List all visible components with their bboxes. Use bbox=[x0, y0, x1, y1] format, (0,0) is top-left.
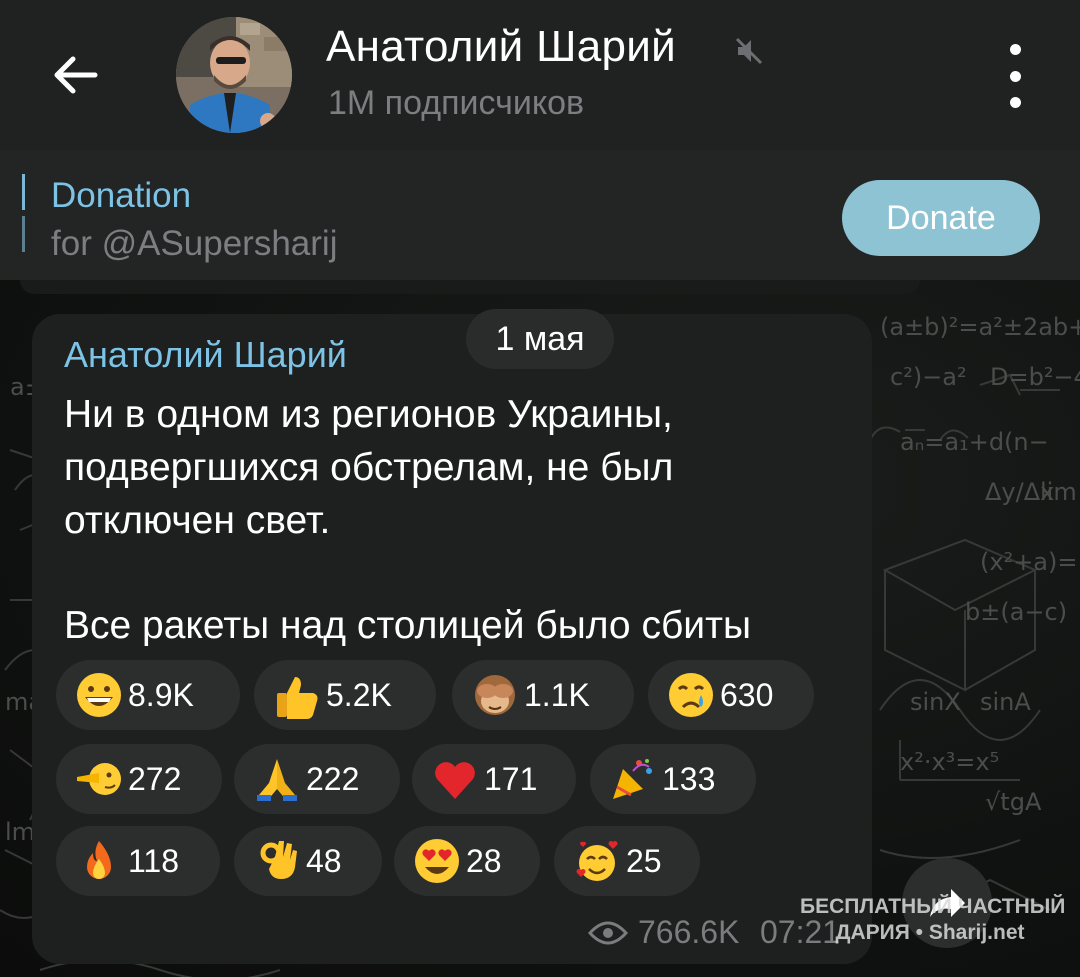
view-counter: 766.6K bbox=[588, 914, 739, 951]
thumbs-up-icon bbox=[272, 670, 322, 720]
reaction-count: 5.2K bbox=[326, 676, 392, 713]
chat-header: Анатолий Шарий 1M подписчиков bbox=[0, 0, 1080, 150]
muted-speaker-icon bbox=[734, 36, 764, 66]
ok-hand-icon bbox=[252, 836, 302, 886]
reaction-smiling-face-with-hearts[interactable]: 25 bbox=[554, 826, 700, 896]
reaction-count: 272 bbox=[128, 760, 182, 797]
message-line: Ни в одном из регионов Украины, bbox=[64, 393, 673, 436]
see-no-evil-monkey-icon bbox=[470, 670, 520, 720]
crying-face-icon bbox=[666, 670, 716, 720]
svg-text:x²·x³=x⁵: x²·x³=x⁵ bbox=[900, 748, 999, 776]
party-popper-icon bbox=[608, 754, 658, 804]
avatar-photo bbox=[176, 17, 292, 133]
svg-text:D=b²−4a: D=b²−4a bbox=[990, 363, 1080, 391]
reaction-count: 1.1K bbox=[524, 676, 590, 713]
watermark-line: БЕСПЛАТНЫЙ ЧАСТНЫЙ bbox=[800, 895, 1066, 918]
reaction-count: 171 bbox=[484, 760, 538, 797]
pinned-bar-shadow bbox=[20, 280, 920, 294]
pinned-subtitle: for @ASupersharij bbox=[51, 224, 338, 263]
reaction-party-popper[interactable]: 133 bbox=[590, 744, 756, 814]
pinned-indicator bbox=[22, 174, 25, 254]
reaction-red-heart[interactable]: 171 bbox=[412, 744, 576, 814]
reaction-crying-face[interactable]: 630 bbox=[648, 660, 814, 730]
more-vertical-icon bbox=[1009, 44, 1021, 55]
svg-text:b±(a−c): b±(a−c) bbox=[965, 598, 1067, 626]
arrow-left-icon bbox=[54, 56, 98, 94]
message-text: Ни в одном из регионов Украины, подвергш… bbox=[64, 388, 864, 652]
grinning-face-icon bbox=[74, 670, 124, 720]
folded-hands-icon bbox=[252, 754, 302, 804]
svg-text:(a±b)²=a²±2ab+b²: (a±b)²=a²±2ab+b² bbox=[880, 313, 1080, 341]
reaction-ok-hand[interactable]: 48 bbox=[234, 826, 382, 896]
message-line-empty bbox=[64, 547, 864, 599]
message-line: отключен свет. bbox=[64, 499, 331, 542]
svg-text:√tgA: √tgA bbox=[985, 788, 1042, 816]
reaction-count: 222 bbox=[306, 760, 360, 797]
reaction-count: 25 bbox=[626, 842, 662, 879]
telegram-channel-screen: (a±b)²=a²±2ab+b² c²)−a² D=b²−4a aₙ=a₁+d(… bbox=[0, 0, 1080, 977]
view-count: 766.6K bbox=[638, 914, 740, 950]
svg-text:aₙ=a₁+d(n−: aₙ=a₁+d(n− bbox=[900, 428, 1049, 456]
svg-text:lm: lm bbox=[5, 818, 35, 846]
reaction-folded-hands[interactable]: 222 bbox=[234, 744, 400, 814]
channel-avatar[interactable] bbox=[176, 17, 292, 133]
date-separator: 1 мая bbox=[466, 309, 614, 369]
pointing-face-icon bbox=[74, 754, 124, 804]
donate-button[interactable]: Donate bbox=[842, 180, 1040, 256]
fire-icon bbox=[74, 836, 124, 886]
pinned-title: Donation bbox=[51, 176, 192, 215]
svg-text:lim: lim bbox=[1040, 478, 1077, 506]
eye-icon bbox=[588, 921, 628, 944]
message-line: Все ракеты над столицей было сбиты bbox=[64, 604, 751, 647]
svg-text:c²)−a²: c²)−a² bbox=[890, 363, 967, 391]
watermark: БЕСПЛАТНЫЙ ЧАСТНЫЙ ДАРИЯ • Sharij.net bbox=[800, 894, 1066, 946]
smiling-face-with-hearts-icon bbox=[572, 836, 622, 886]
svg-text:(x²+a)=: (x²+a)= bbox=[980, 548, 1077, 576]
back-button[interactable] bbox=[40, 40, 110, 110]
reaction-count: 48 bbox=[306, 842, 342, 879]
reaction-count: 133 bbox=[662, 760, 716, 797]
heart-eyes-icon bbox=[412, 836, 462, 886]
reaction-count: 28 bbox=[466, 842, 502, 879]
more-menu-button[interactable] bbox=[990, 44, 1040, 108]
red-heart-icon bbox=[430, 754, 480, 804]
reaction-thumbs-up[interactable]: 5.2K bbox=[254, 660, 436, 730]
reaction-fire[interactable]: 118 bbox=[56, 826, 220, 896]
reaction-see-no-evil-monkey[interactable]: 1.1K bbox=[452, 660, 634, 730]
reaction-count: 8.9K bbox=[128, 676, 194, 713]
svg-text:sinX: sinX bbox=[910, 688, 961, 716]
reaction-grinning-face[interactable]: 8.9K bbox=[56, 660, 240, 730]
channel-title[interactable]: Анатолий Шарий bbox=[326, 22, 676, 72]
reaction-count: 630 bbox=[720, 676, 774, 713]
svg-text:sinA: sinA bbox=[980, 688, 1031, 716]
reaction-count: 118 bbox=[128, 842, 180, 879]
subscriber-count: 1M подписчиков bbox=[328, 84, 585, 122]
message-line: подвергшихся обстрелам, не был bbox=[64, 446, 674, 489]
reaction-clown-pointing[interactable]: 272 bbox=[56, 744, 222, 814]
reaction-heart-eyes[interactable]: 28 bbox=[394, 826, 540, 896]
watermark-line: ДАРИЯ • Sharij.net bbox=[835, 921, 1025, 944]
message-sender[interactable]: Анатолий Шарий bbox=[64, 334, 347, 376]
